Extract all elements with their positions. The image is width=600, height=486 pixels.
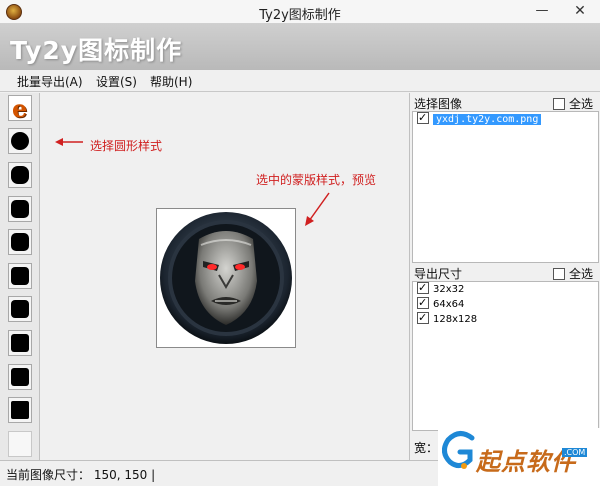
mask-style-rounded-6-button[interactable] [8, 364, 32, 390]
rounded-square-icon [11, 233, 29, 251]
app-banner: Ty2y图标制作 [0, 24, 600, 70]
rounded-square-icon [11, 334, 29, 352]
mask-style-rounded-4-button[interactable] [8, 296, 32, 322]
menu-help[interactable]: 帮助(H) [150, 73, 192, 90]
image-item-name: yxdj.ty2y.com.png [433, 114, 542, 125]
preview-canvas: 选择圆形样式 选中的蒙版样式，预览 [41, 93, 409, 460]
mask-style-octagon-button[interactable] [8, 162, 32, 188]
images-select-all-checkbox[interactable] [553, 98, 565, 110]
menu-bar: 批量导出(A) 设置(S) 帮助(H) [0, 70, 600, 92]
mask-style-square-button[interactable] [8, 397, 32, 423]
sizes-select-all-checkbox[interactable] [553, 268, 565, 280]
image-list[interactable]: yxdj.ty2y.com.png [412, 110, 599, 263]
rounded-square-icon [11, 200, 29, 218]
list-item[interactable]: 64x64 [413, 295, 598, 312]
banner-title: Ty2y图标制作 [10, 36, 183, 65]
e-logo-icon: e [12, 94, 28, 123]
masked-avatar-image [160, 212, 292, 344]
rounded-square-icon [11, 267, 29, 285]
sizes-select-all-label: 全选 [569, 267, 594, 281]
mask-style-none-button[interactable] [8, 431, 32, 457]
mask-style-rounded-3-button[interactable] [8, 263, 32, 289]
rounded-square-icon [11, 368, 29, 386]
right-panel: 选择图像 全选 yxdj.ty2y.com.png 导出尺寸 全选 32x32 … [409, 93, 600, 460]
close-button[interactable]: ✕ [566, 0, 594, 22]
status-image-size: 当前图像尺寸： 150, 150 | [6, 468, 156, 482]
mask-style-circle-button[interactable] [8, 128, 32, 154]
watermark-brand: 起点软件 [476, 448, 576, 476]
mask-style-rounded-1-button[interactable] [8, 196, 32, 222]
list-item[interactable]: 32x32 [413, 280, 598, 297]
circle-shape-icon [11, 132, 29, 150]
annotation-pick-shape: 选择圆形样式 [90, 139, 163, 153]
annotation-selected-preview: 选中的蒙版样式，预览 [256, 173, 377, 187]
brand-logo-icon [442, 431, 475, 469]
mask-style-rounded-5-button[interactable] [8, 330, 32, 356]
site-watermark: 起点软件 .COM [438, 428, 600, 486]
size-32-label: 32x32 [433, 284, 465, 295]
list-item[interactable]: 128x128 [413, 310, 598, 327]
watermark-url: .COM [562, 448, 588, 457]
images-select-all-label: 全选 [569, 97, 594, 111]
size-128-checkbox[interactable] [417, 310, 429, 325]
images-select-all[interactable]: 全选 [553, 95, 593, 112]
size-64-checkbox[interactable] [417, 295, 429, 310]
window-title: Ty2y图标制作 [259, 8, 341, 23]
size-list[interactable]: 32x32 64x64 128x128 [412, 280, 599, 431]
size-32-checkbox[interactable] [417, 280, 429, 295]
width-label: 宽： [414, 441, 439, 455]
list-item[interactable]: yxdj.ty2y.com.png [413, 110, 598, 127]
icon-preview [156, 208, 296, 348]
image-item-checkbox[interactable] [417, 110, 429, 125]
rounded-shape-icon [11, 166, 29, 184]
menu-batch-export[interactable]: 批量导出(A) [17, 73, 83, 90]
minimize-button[interactable]: — [528, 0, 556, 22]
mask-style-strip: e [0, 93, 40, 460]
size-64-label: 64x64 [433, 299, 465, 310]
arrow-left-icon [55, 138, 83, 146]
mask-style-rounded-2-button[interactable] [8, 229, 32, 255]
title-bar: Ty2y图标制作 — ✕ [0, 0, 600, 24]
sizes-select-all[interactable]: 全选 [553, 265, 593, 282]
square-shape-icon [11, 401, 29, 419]
size-128-label: 128x128 [433, 314, 478, 325]
mask-style-e-button[interactable]: e [8, 94, 32, 123]
rounded-square-icon [11, 300, 29, 318]
arrow-down-left-icon [305, 192, 330, 226]
menu-settings[interactable]: 设置(S) [96, 73, 137, 90]
